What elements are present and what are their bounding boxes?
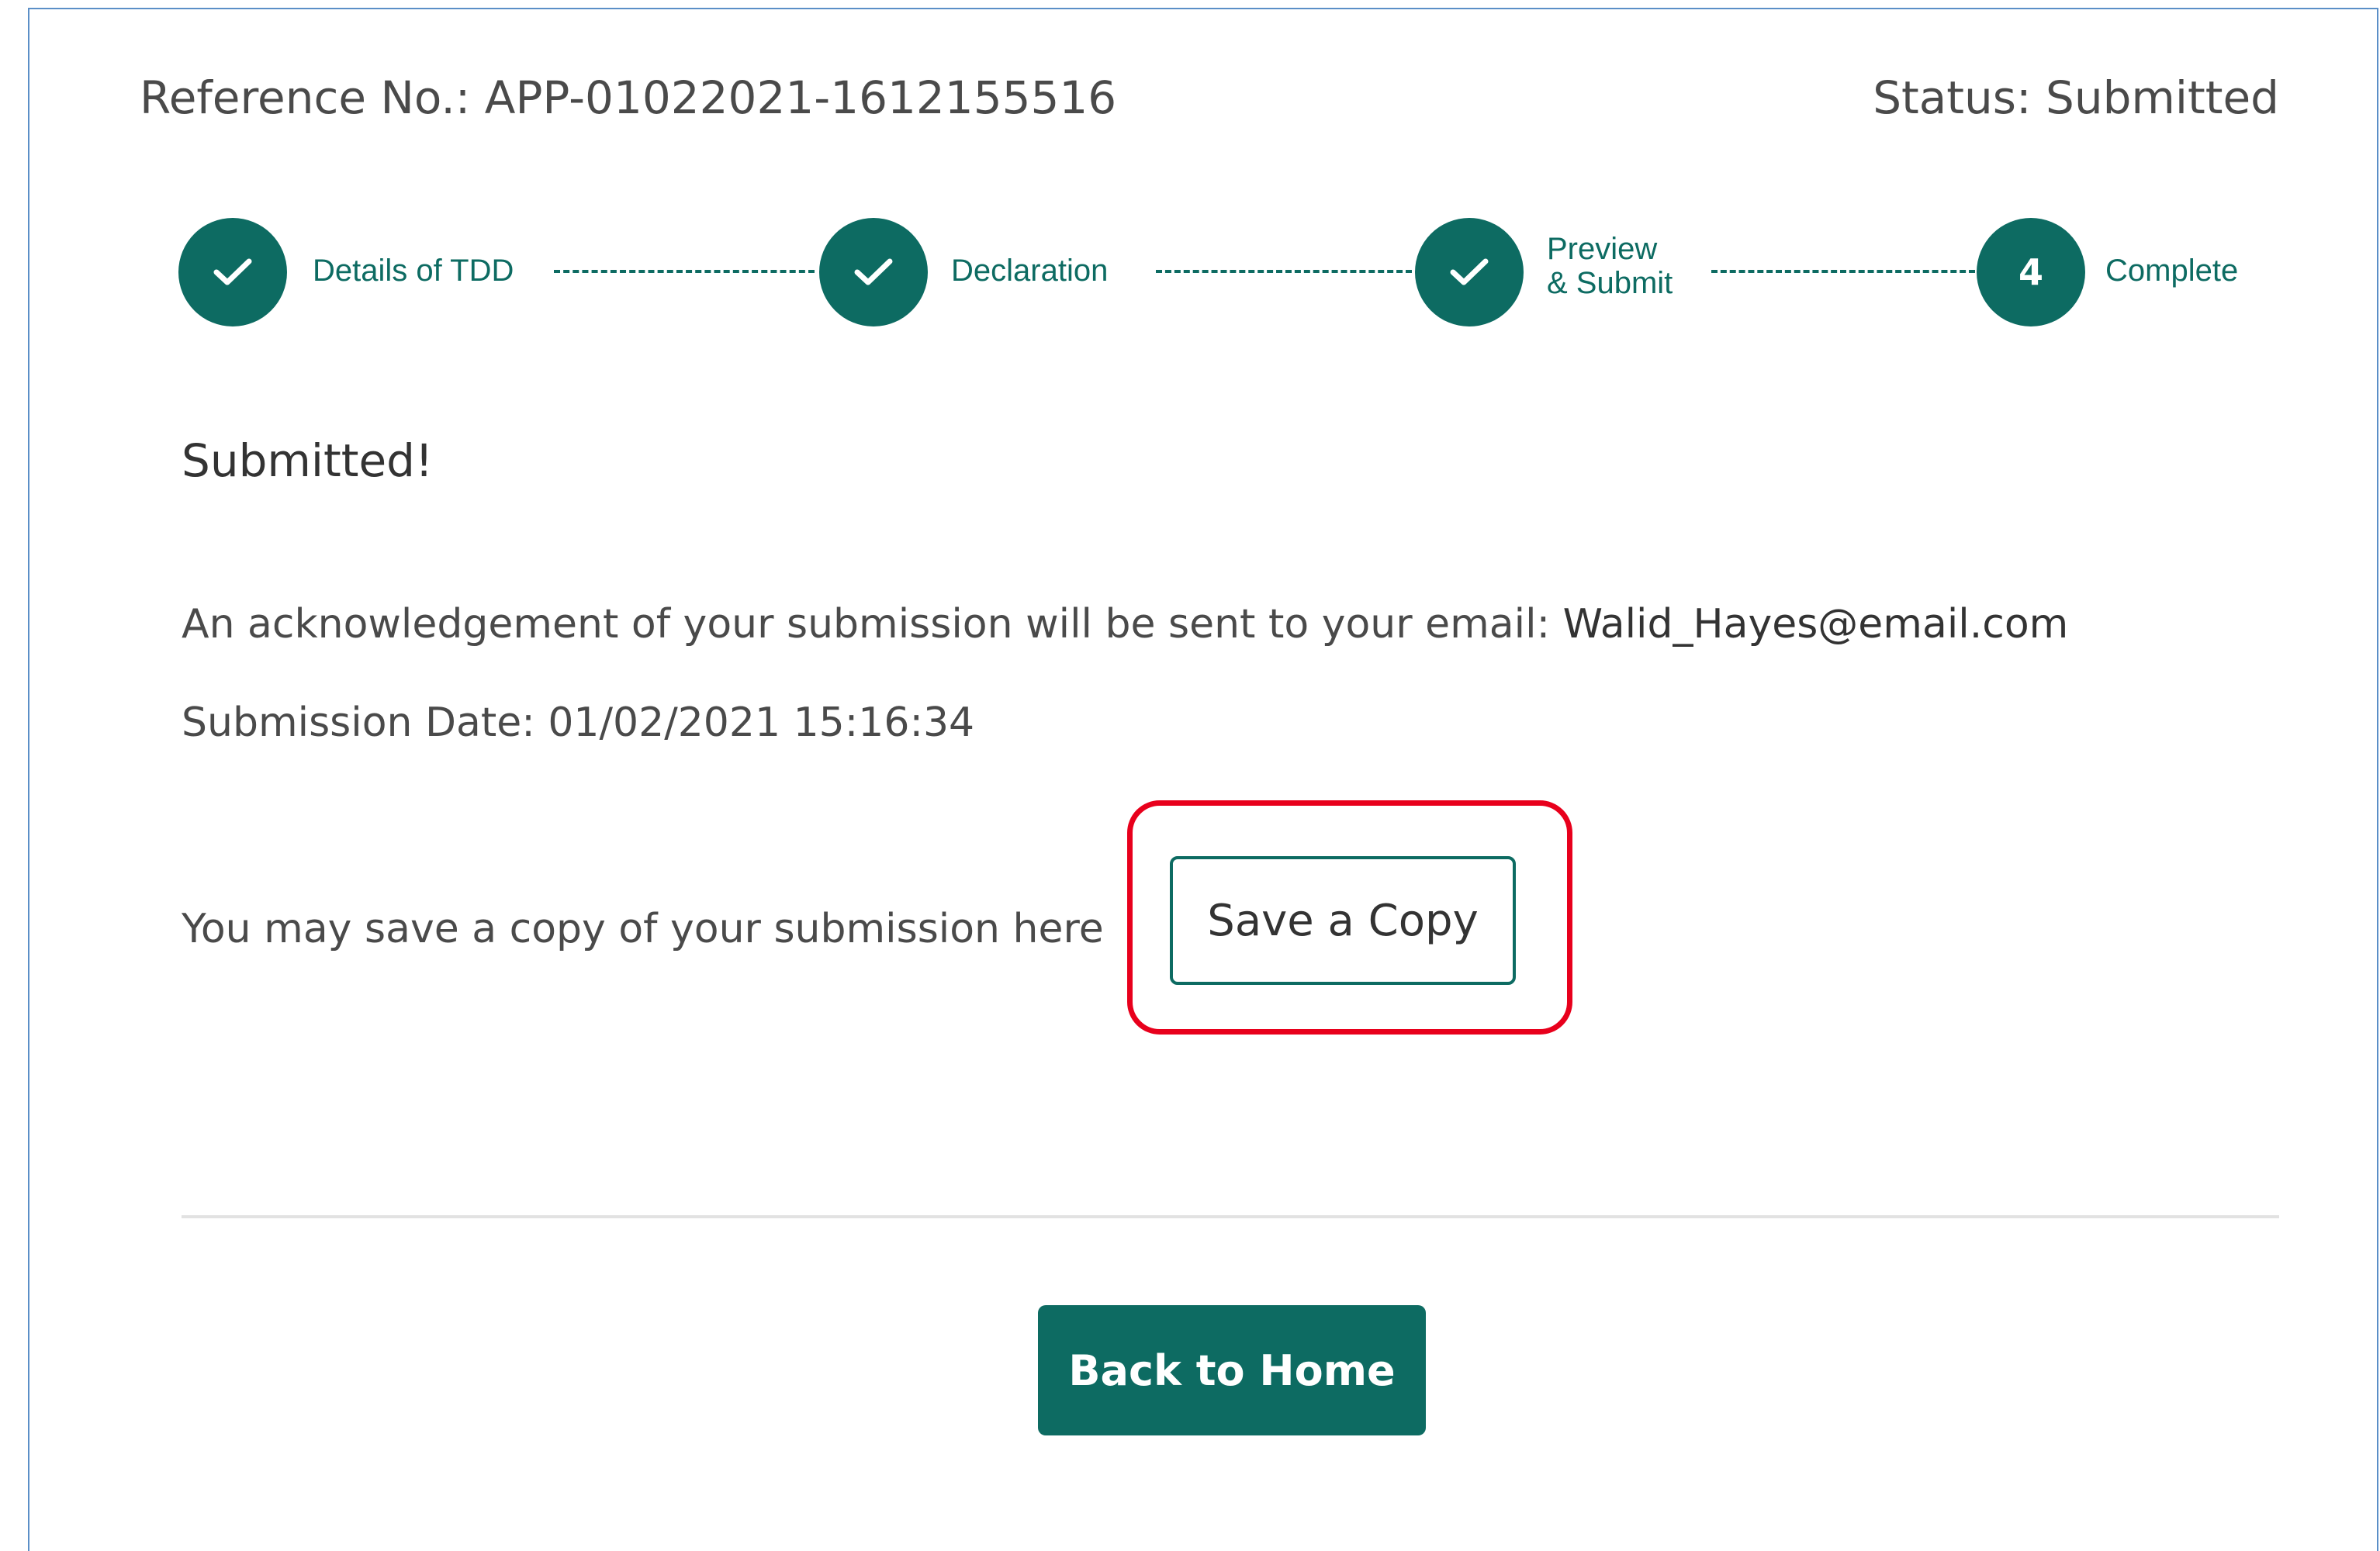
check-icon xyxy=(853,257,894,288)
step-3-label-line1: Preview xyxy=(1547,232,1658,266)
step-4-current-badge: 4 xyxy=(1977,218,2085,326)
submitted-heading: Submitted! xyxy=(182,434,434,487)
step-3-complete-badge xyxy=(1415,218,1524,326)
step-4-number: 4 xyxy=(2018,251,2043,293)
step-connector xyxy=(554,270,815,273)
step-3-label: Preview & Submit xyxy=(1547,232,1673,300)
step-3-label-line2: & Submit xyxy=(1547,266,1673,300)
back-to-home-button[interactable]: Back to Home xyxy=(1038,1305,1426,1435)
acknowledgement-message: An acknowledgement of your submission wi… xyxy=(182,601,1563,648)
step-1-complete-badge xyxy=(178,218,287,326)
step-2-label: Declaration xyxy=(951,254,1109,288)
divider xyxy=(182,1215,2279,1218)
check-icon xyxy=(1448,257,1490,288)
step-connector xyxy=(1711,270,1975,273)
reference-number: Reference No.: APP-01022021-1612155516 xyxy=(140,71,1117,124)
email-address: Walid_Hayes@email.com xyxy=(1562,601,2069,648)
check-icon xyxy=(212,257,254,288)
step-2-complete-badge xyxy=(819,218,928,326)
step-connector xyxy=(1156,270,1412,273)
acknowledgement-text: An acknowledgement of your submission wi… xyxy=(182,601,2068,648)
save-a-copy-button[interactable]: Save a Copy xyxy=(1170,856,1516,985)
status-text: Status: Submitted xyxy=(1873,71,2279,124)
save-copy-prompt: You may save a copy of your submission h… xyxy=(182,906,1104,952)
submission-date: Submission Date: 01/02/2021 15:16:34 xyxy=(182,700,975,746)
step-1-label: Details of TDD xyxy=(313,254,514,288)
step-4-label: Complete xyxy=(2105,254,2239,288)
